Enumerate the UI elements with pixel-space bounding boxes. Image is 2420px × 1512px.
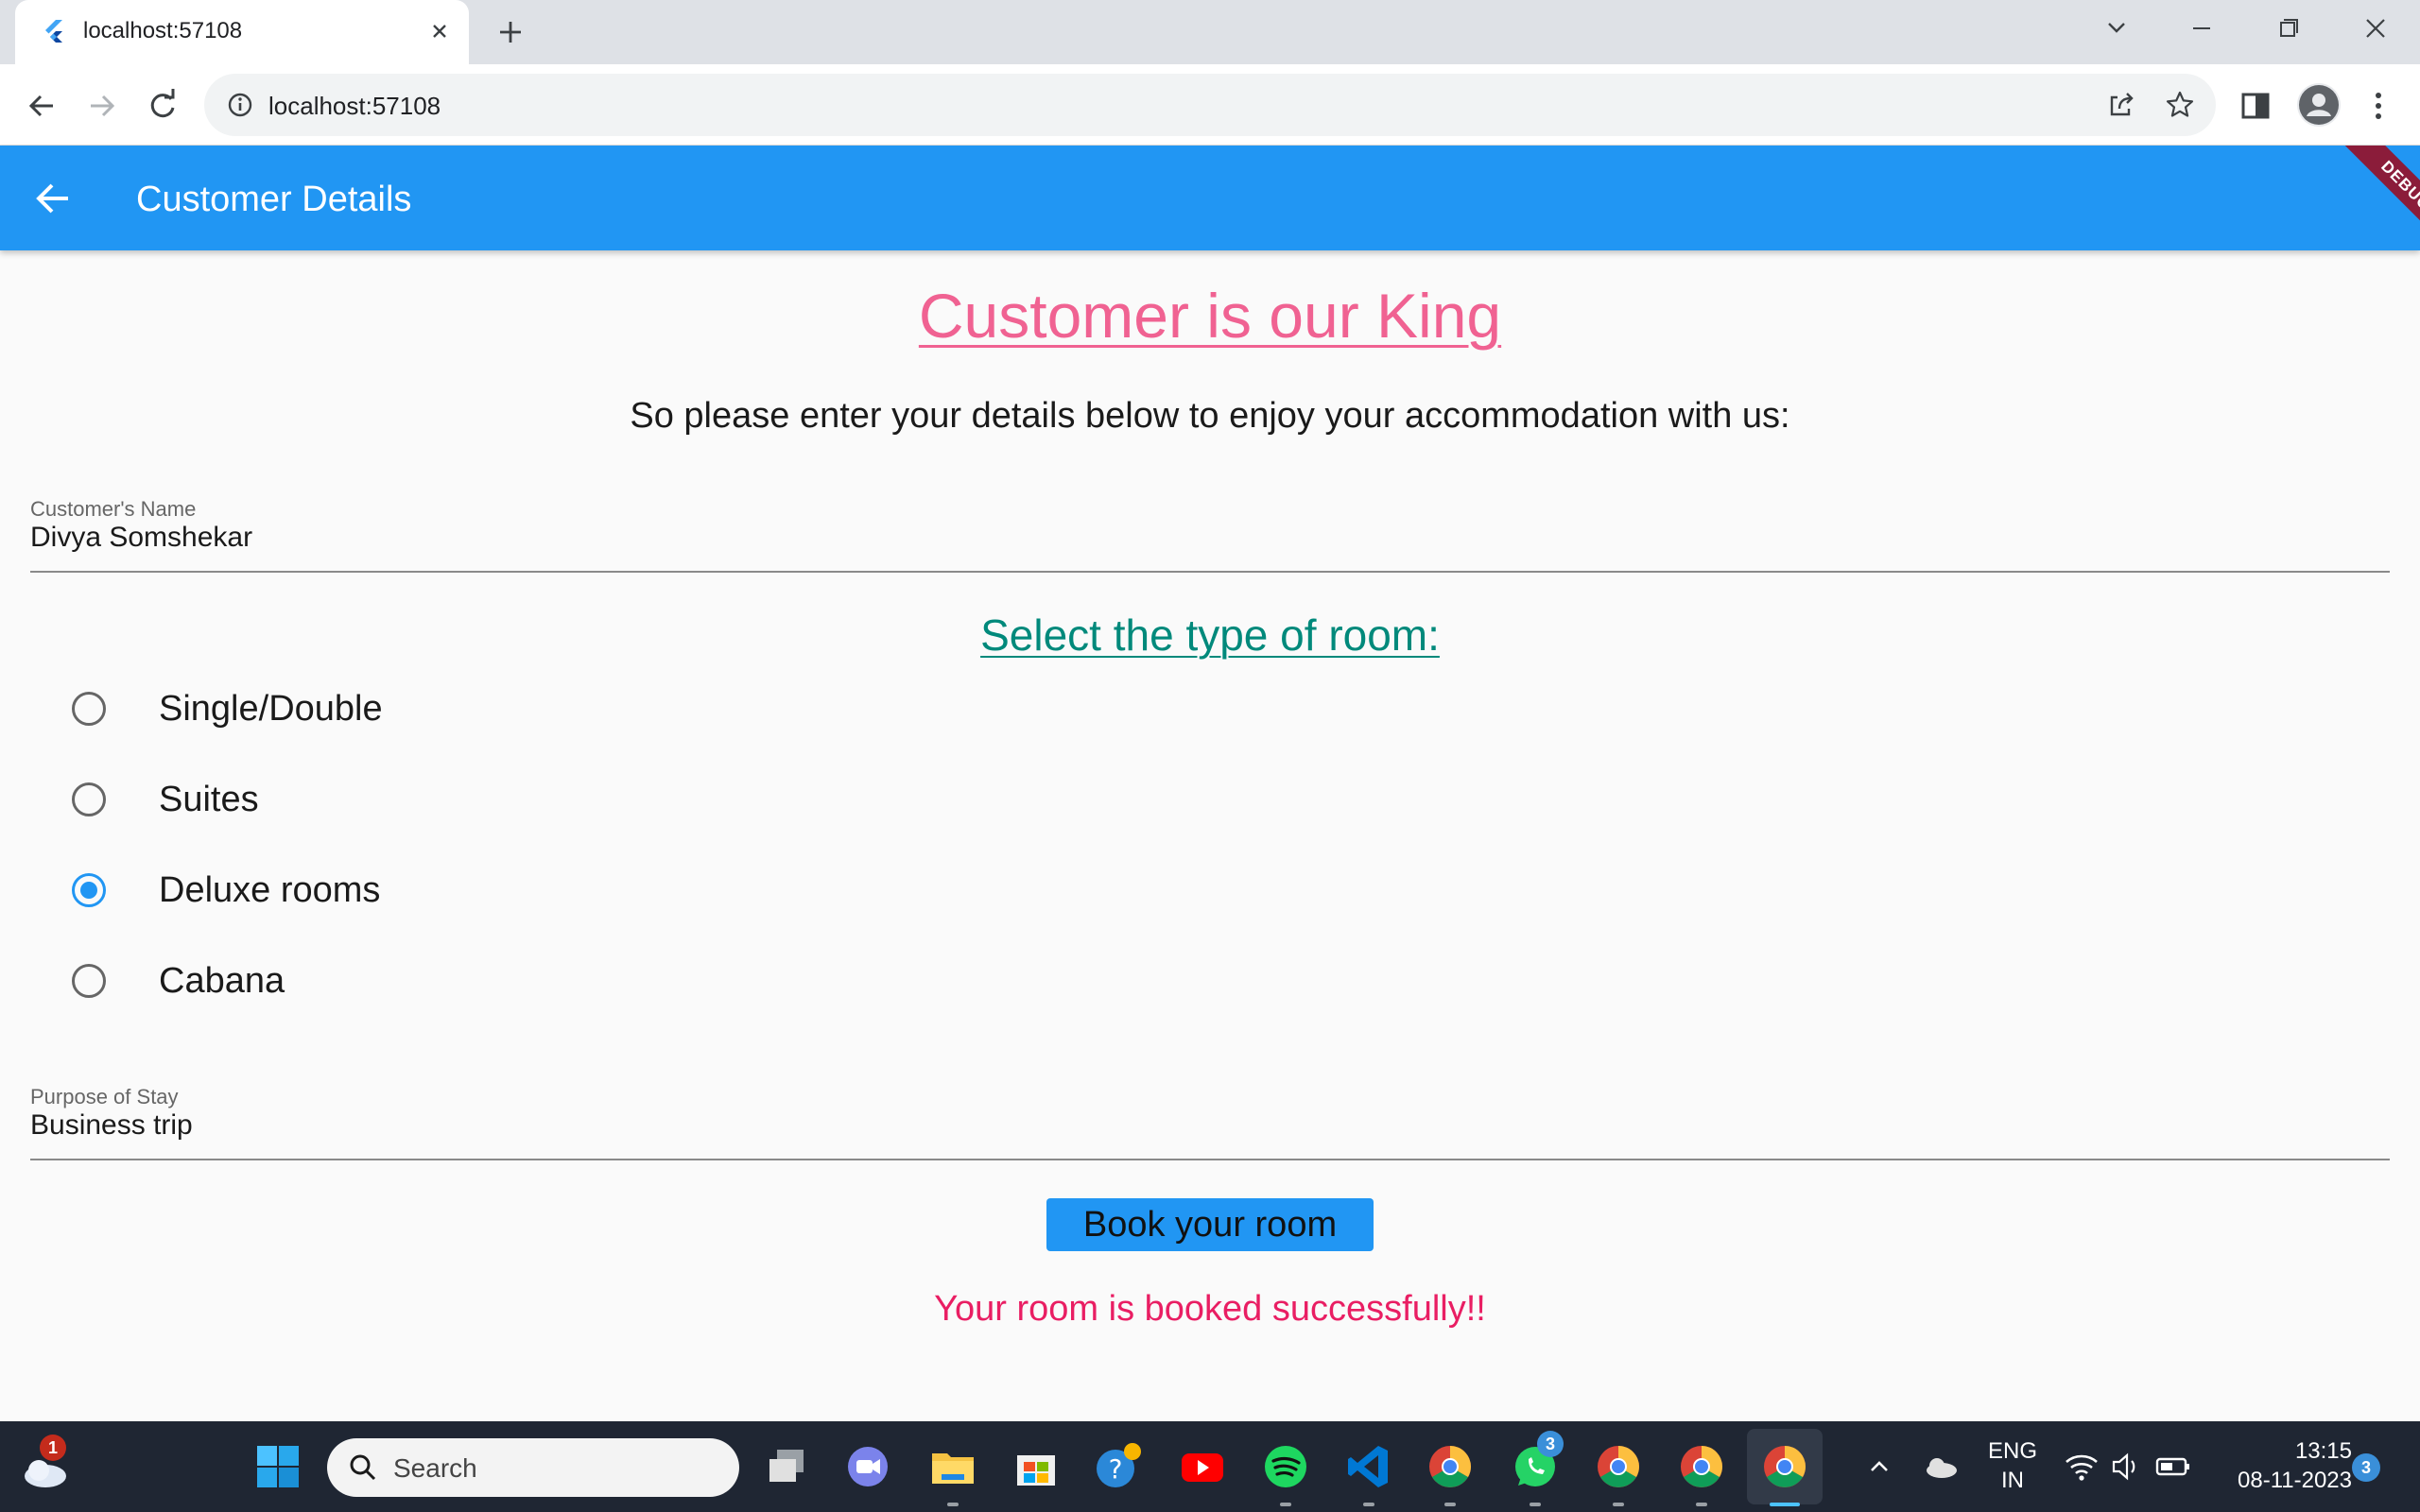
customer-name-field[interactable]: Customer's Name Divya Somshekar — [30, 497, 2390, 573]
whatsapp-badge: 3 — [1537, 1431, 1564, 1457]
minimize-icon[interactable] — [2178, 9, 2225, 47]
file-explorer-icon[interactable] — [928, 1442, 977, 1491]
debug-banner: DEBUG — [2325, 146, 2420, 250]
new-tab-icon[interactable] — [492, 13, 529, 51]
back-arrow-icon[interactable] — [32, 178, 74, 219]
tab-title: localhost:57108 — [83, 18, 243, 43]
radio-button[interactable] — [72, 692, 106, 726]
app-bar-title: Customer Details — [136, 180, 412, 219]
vscode-icon[interactable] — [1344, 1442, 1393, 1491]
browser-tab-active[interactable]: localhost:57108 — [15, 0, 469, 64]
close-window-icon[interactable] — [2352, 9, 2399, 47]
app-bar: Customer Details DEBUG — [0, 146, 2420, 250]
address-bar[interactable]: localhost:57108 — [204, 74, 2216, 136]
radio-button[interactable] — [72, 782, 106, 816]
room-option-label: Single/Double — [159, 689, 383, 729]
running-indicator — [1696, 1503, 1707, 1506]
volume-icon[interactable] — [2108, 1448, 2146, 1486]
clock[interactable]: 13:15 08-11-2023 — [2214, 1436, 2352, 1495]
spotify-icon[interactable] — [1261, 1442, 1310, 1491]
microsoft-store-icon[interactable] — [1011, 1442, 1061, 1491]
restore-icon[interactable] — [2265, 9, 2312, 47]
profile-avatar[interactable] — [2297, 83, 2341, 127]
radio-button[interactable] — [72, 964, 106, 998]
chrome-profile-icon[interactable] — [1677, 1442, 1726, 1491]
flutter-favicon-icon — [45, 20, 62, 43]
chrome-active-icon[interactable] — [1760, 1442, 1809, 1491]
chrome-profile-icon[interactable] — [1594, 1442, 1643, 1491]
tab-close-icon[interactable] — [424, 15, 456, 47]
site-info-icon[interactable] — [225, 90, 255, 120]
teams-chat-icon[interactable] — [843, 1442, 892, 1491]
task-view-icon[interactable] — [762, 1442, 811, 1491]
room-option-label: Suites — [159, 780, 259, 819]
running-indicator — [947, 1503, 959, 1506]
room-option-single-double[interactable]: Single/Double — [72, 680, 734, 737]
clock-time: 13:15 — [2294, 1438, 2352, 1464]
running-indicator — [1363, 1503, 1374, 1506]
onedrive-cloud-icon[interactable] — [1919, 1446, 1961, 1487]
windows-start-icon[interactable] — [253, 1442, 302, 1491]
running-indicator — [1613, 1503, 1624, 1506]
side-panel-icon[interactable] — [2235, 85, 2276, 127]
language-code: ENG — [1987, 1438, 2037, 1464]
browser-tabstrip: localhost:57108 — [0, 0, 2420, 64]
success-message: Your room is booked successfully!! — [934, 1289, 1486, 1329]
search-placeholder: Search — [393, 1453, 477, 1483]
chrome-icon[interactable] — [1426, 1442, 1475, 1491]
back-icon[interactable] — [21, 85, 62, 127]
browser-menu-icon[interactable] — [2358, 85, 2399, 127]
search-icon — [350, 1454, 376, 1481]
chevron-up-icon[interactable] — [1862, 1450, 1896, 1484]
battery-icon[interactable] — [2153, 1448, 2193, 1486]
purpose-of-stay-field[interactable]: Purpose of Stay Business trip — [30, 1085, 2390, 1160]
purpose-of-stay-value[interactable]: Business trip — [30, 1109, 193, 1142]
running-indicator — [1280, 1503, 1291, 1506]
customer-name-label: Customer's Name — [30, 497, 197, 521]
radio-button-selected[interactable] — [72, 873, 106, 907]
bookmark-star-icon[interactable] — [2163, 88, 2197, 122]
subline: So please enter your details below to en… — [630, 396, 1790, 436]
taskbar: 1 Search ? 3 ENG IN 13:15 08-11-2023 3 — [0, 1421, 2420, 1512]
customer-name-value[interactable]: Divya Somshekar — [30, 522, 252, 554]
reload-icon[interactable] — [142, 85, 183, 127]
room-type-title: Select the type of room: — [980, 610, 1440, 660]
purpose-of-stay-label: Purpose of Stay — [30, 1085, 179, 1108]
book-room-button[interactable]: Book your room — [1046, 1198, 1374, 1251]
room-option-label: Cabana — [159, 961, 285, 1001]
language-indicator[interactable]: ENG IN — [1981, 1436, 2044, 1495]
url-text: localhost:57108 — [268, 92, 441, 120]
clock-date: 08-11-2023 — [2238, 1468, 2352, 1493]
running-indicator — [1444, 1503, 1456, 1506]
get-help-icon[interactable]: ? — [1093, 1442, 1142, 1491]
headline: Customer is our King — [918, 281, 1502, 351]
taskbar-search[interactable]: Search — [327, 1438, 739, 1497]
youtube-icon[interactable] — [1178, 1442, 1227, 1491]
room-option-suites[interactable]: Suites — [72, 771, 734, 828]
running-indicator — [1530, 1503, 1541, 1506]
room-option-cabana[interactable]: Cabana — [72, 953, 734, 1009]
notification-badge[interactable]: 3 — [2352, 1453, 2380, 1482]
region-code: IN — [2001, 1468, 2024, 1493]
room-option-deluxe-rooms[interactable]: Deluxe rooms — [72, 862, 734, 919]
svg-text:?: ? — [1109, 1453, 1123, 1485]
room-option-label: Deluxe rooms — [159, 870, 381, 910]
share-icon[interactable] — [2104, 88, 2138, 122]
weather-badge: 1 — [40, 1435, 66, 1461]
browser-toolbar: localhost:57108 — [0, 64, 2420, 146]
wifi-icon[interactable] — [2063, 1448, 2100, 1486]
person-icon — [2299, 85, 2339, 125]
tab-search-chevron-icon[interactable] — [2093, 9, 2140, 47]
forward-icon[interactable] — [81, 85, 123, 127]
active-indicator — [1770, 1503, 1800, 1506]
